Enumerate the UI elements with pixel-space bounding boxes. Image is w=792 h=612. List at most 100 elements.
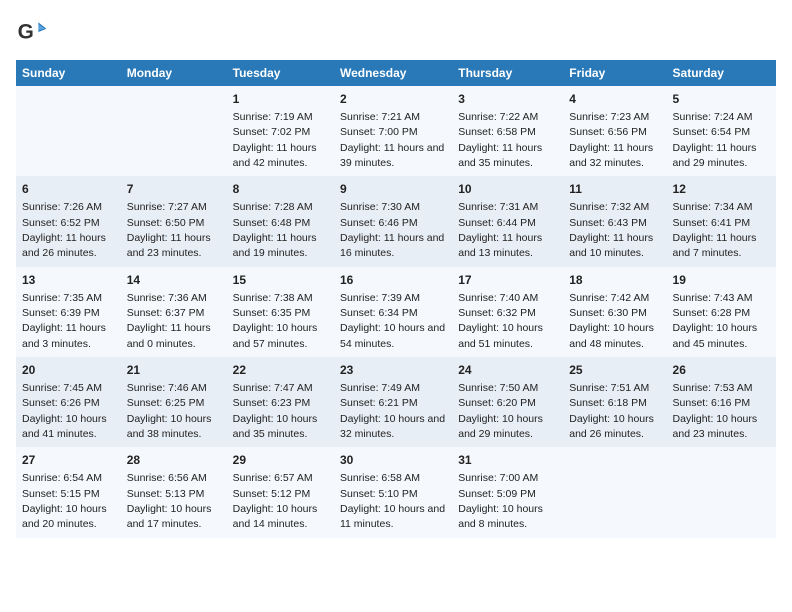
header-cell-wednesday: Wednesday — [334, 60, 452, 86]
day-number: 15 — [233, 272, 328, 289]
day-cell: 4Sunrise: 7:23 AM Sunset: 6:56 PM Daylig… — [563, 86, 666, 176]
day-cell: 5Sunrise: 7:24 AM Sunset: 6:54 PM Daylig… — [667, 86, 776, 176]
header-cell-tuesday: Tuesday — [227, 60, 334, 86]
day-info: Sunrise: 7:39 AM Sunset: 6:34 PM Dayligh… — [340, 292, 445, 350]
header-cell-sunday: Sunday — [16, 60, 121, 86]
day-cell: 6 Sunrise: 7:26 AM Sunset: 6:52 PM Daylig… — [16, 176, 121, 266]
day-cell: 7 Sunrise: 7:27 AM Sunset: 6:50 PM Daylig… — [121, 176, 227, 266]
day-number: 30 — [340, 452, 446, 469]
day-number: 14 — [127, 272, 221, 289]
day-cell: 9 Sunrise: 7:30 AM Sunset: 6:46 PM Daylig… — [334, 176, 452, 266]
day-info: Sunrise: 7:19 AM Sunset: 7:02 PM Dayligh… — [233, 111, 317, 169]
day-info: Sunrise: 7:22 AM Sunset: 6:58 PM Dayligh… — [458, 111, 542, 169]
day-cell: 22Sunrise: 7:47 AM Sunset: 6:23 PM Dayli… — [227, 357, 334, 447]
day-info: Sunrise: 7:45 AM Sunset: 6:26 PM Dayligh… — [22, 382, 107, 440]
week-row-2: 6 Sunrise: 7:26 AM Sunset: 6:52 PM Daylig… — [16, 176, 776, 266]
day-cell: 16 Sunrise: 7:39 AM Sunset: 6:34 PM Dayli… — [334, 267, 452, 357]
header-cell-thursday: Thursday — [452, 60, 563, 86]
day-number: 27 — [22, 452, 115, 469]
day-number: 28 — [127, 452, 221, 469]
week-row-1: 1 Sunrise: 7:19 AM Sunset: 7:02 PM Daylig… — [16, 86, 776, 176]
day-cell — [121, 86, 227, 176]
page-header: G — [16, 16, 776, 48]
day-cell: 13Sunrise: 7:35 AM Sunset: 6:39 PM Dayli… — [16, 267, 121, 357]
day-cell: 19 Sunrise: 7:43 AM Sunset: 6:28 PM Dayli… — [667, 267, 776, 357]
day-info: Sunrise: 7:46 AM Sunset: 6:25 PM Dayligh… — [127, 382, 212, 440]
day-cell: 15Sunrise: 7:38 AM Sunset: 6:35 PM Dayli… — [227, 267, 334, 357]
day-info: Sunrise: 7:34 AM Sunset: 6:41 PM Dayligh… — [673, 201, 757, 259]
day-cell: 23 Sunrise: 7:49 AM Sunset: 6:21 PM Dayli… — [334, 357, 452, 447]
day-cell: 17Sunrise: 7:40 AM Sunset: 6:32 PM Dayli… — [452, 267, 563, 357]
header-cell-friday: Friday — [563, 60, 666, 86]
day-number: 20 — [22, 362, 115, 379]
calendar-table: SundayMondayTuesdayWednesdayThursdayFrid… — [16, 60, 776, 538]
day-info: Sunrise: 7:35 AM Sunset: 6:39 PM Dayligh… — [22, 292, 106, 350]
day-number: 18 — [569, 272, 660, 289]
day-cell — [667, 447, 776, 537]
logo: G — [16, 16, 50, 48]
day-number: 21 — [127, 362, 221, 379]
day-info: Sunrise: 6:57 AM Sunset: 5:12 PM Dayligh… — [233, 472, 318, 530]
day-cell: 3Sunrise: 7:22 AM Sunset: 6:58 PM Daylig… — [452, 86, 563, 176]
header-cell-monday: Monday — [121, 60, 227, 86]
day-info: Sunrise: 6:54 AM Sunset: 5:15 PM Dayligh… — [22, 472, 107, 530]
day-info: Sunrise: 6:56 AM Sunset: 5:13 PM Dayligh… — [127, 472, 212, 530]
day-cell: 12 Sunrise: 7:34 AM Sunset: 6:41 PM Dayli… — [667, 176, 776, 266]
day-number: 10 — [458, 181, 557, 198]
day-cell: 31 Sunrise: 7:00 AM Sunset: 5:09 PM Dayli… — [452, 447, 563, 537]
day-info: Sunrise: 7:47 AM Sunset: 6:23 PM Dayligh… — [233, 382, 318, 440]
day-number: 12 — [673, 181, 770, 198]
day-cell: 10 Sunrise: 7:31 AM Sunset: 6:44 PM Dayli… — [452, 176, 563, 266]
day-number: 26 — [673, 362, 770, 379]
day-info: Sunrise: 7:31 AM Sunset: 6:44 PM Dayligh… — [458, 201, 542, 259]
day-cell: 8 Sunrise: 7:28 AM Sunset: 6:48 PM Daylig… — [227, 176, 334, 266]
day-info: Sunrise: 7:53 AM Sunset: 6:16 PM Dayligh… — [673, 382, 758, 440]
day-number: 16 — [340, 272, 446, 289]
day-info: Sunrise: 7:43 AM Sunset: 6:28 PM Dayligh… — [673, 292, 758, 350]
day-number: 19 — [673, 272, 770, 289]
day-cell: 11 Sunrise: 7:32 AM Sunset: 6:43 PM Dayli… — [563, 176, 666, 266]
day-info: Sunrise: 7:21 AM Sunset: 7:00 PM Dayligh… — [340, 111, 444, 169]
day-number: 29 — [233, 452, 328, 469]
day-info: Sunrise: 6:58 AM Sunset: 5:10 PM Dayligh… — [340, 472, 445, 530]
day-info: Sunrise: 7:26 AM Sunset: 6:52 PM Dayligh… — [22, 201, 106, 259]
svg-text:G: G — [18, 20, 34, 43]
day-number: 24 — [458, 362, 557, 379]
calendar-header: SundayMondayTuesdayWednesdayThursdayFrid… — [16, 60, 776, 86]
day-cell: 20 Sunrise: 7:45 AM Sunset: 6:26 PM Dayli… — [16, 357, 121, 447]
day-cell: 18 Sunrise: 7:42 AM Sunset: 6:30 PM Dayli… — [563, 267, 666, 357]
day-cell — [16, 86, 121, 176]
week-row-4: 20 Sunrise: 7:45 AM Sunset: 6:26 PM Dayli… — [16, 357, 776, 447]
day-cell: 26 Sunrise: 7:53 AM Sunset: 6:16 PM Dayli… — [667, 357, 776, 447]
week-row-5: 27 Sunrise: 6:54 AM Sunset: 5:15 PM Dayli… — [16, 447, 776, 537]
day-cell: 29 Sunrise: 6:57 AM Sunset: 5:12 PM Dayli… — [227, 447, 334, 537]
day-number: 7 — [127, 181, 221, 198]
calendar-body: 1 Sunrise: 7:19 AM Sunset: 7:02 PM Daylig… — [16, 86, 776, 538]
day-cell: 25Sunrise: 7:51 AM Sunset: 6:18 PM Dayli… — [563, 357, 666, 447]
day-number: 8 — [233, 181, 328, 198]
day-info: Sunrise: 7:32 AM Sunset: 6:43 PM Dayligh… — [569, 201, 653, 259]
day-info: Sunrise: 7:30 AM Sunset: 6:46 PM Dayligh… — [340, 201, 444, 259]
day-info: Sunrise: 7:49 AM Sunset: 6:21 PM Dayligh… — [340, 382, 445, 440]
day-cell: 24 Sunrise: 7:50 AM Sunset: 6:20 PM Dayli… — [452, 357, 563, 447]
week-row-3: 13Sunrise: 7:35 AM Sunset: 6:39 PM Dayli… — [16, 267, 776, 357]
day-info: Sunrise: 7:42 AM Sunset: 6:30 PM Dayligh… — [569, 292, 654, 350]
day-cell: 28 Sunrise: 6:56 AM Sunset: 5:13 PM Dayli… — [121, 447, 227, 537]
day-info: Sunrise: 7:00 AM Sunset: 5:09 PM Dayligh… — [458, 472, 543, 530]
day-info: Sunrise: 7:28 AM Sunset: 6:48 PM Dayligh… — [233, 201, 317, 259]
day-number: 6 — [22, 181, 115, 198]
day-number: 25 — [569, 362, 660, 379]
day-info: Sunrise: 7:27 AM Sunset: 6:50 PM Dayligh… — [127, 201, 211, 259]
day-info: Sunrise: 7:50 AM Sunset: 6:20 PM Dayligh… — [458, 382, 543, 440]
day-number: 31 — [458, 452, 557, 469]
day-number: 1 — [233, 91, 328, 108]
day-cell: 27 Sunrise: 6:54 AM Sunset: 5:15 PM Dayli… — [16, 447, 121, 537]
day-info: Sunrise: 7:23 AM Sunset: 6:56 PM Dayligh… — [569, 111, 653, 169]
day-info: Sunrise: 7:36 AM Sunset: 6:37 PM Dayligh… — [127, 292, 211, 350]
day-cell: 1 Sunrise: 7:19 AM Sunset: 7:02 PM Daylig… — [227, 86, 334, 176]
day-number: 9 — [340, 181, 446, 198]
day-number: 11 — [569, 181, 660, 198]
day-cell: 2Sunrise: 7:21 AM Sunset: 7:00 PM Daylig… — [334, 86, 452, 176]
day-number: 23 — [340, 362, 446, 379]
day-number: 17 — [458, 272, 557, 289]
